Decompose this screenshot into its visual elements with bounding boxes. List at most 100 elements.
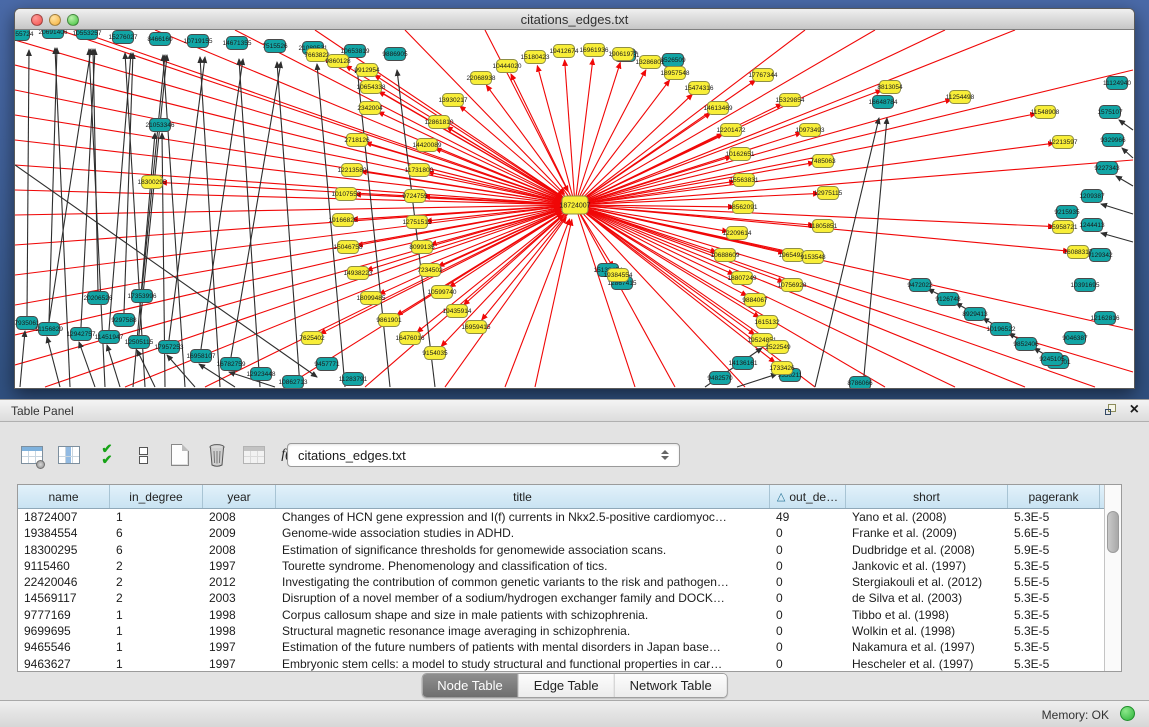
- graph-node-yellow[interactable]: 19061977: [609, 48, 638, 61]
- graph-node-teal[interactable]: 16958107: [187, 350, 216, 363]
- tab-node-table[interactable]: Node Table: [422, 674, 519, 697]
- graph-node-yellow[interactable]: 9884067: [742, 294, 768, 307]
- graph-node-yellow[interactable]: 12975115: [814, 187, 843, 200]
- delete-table-button[interactable]: [203, 441, 231, 469]
- graph-node-yellow[interactable]: 8099135: [409, 241, 435, 254]
- graph-node-yellow[interactable]: 1615132: [754, 316, 780, 329]
- graph-node-teal[interactable]: 16648784: [869, 96, 898, 109]
- table-row[interactable]: 946362711997Embryonic stem cells: a mode…: [18, 656, 1104, 671]
- tab-edge-table[interactable]: Edge Table: [519, 674, 615, 697]
- graph-node-teal[interactable]: 12505115: [125, 336, 154, 349]
- graph-node-teal[interactable]: 9329966: [1100, 134, 1126, 147]
- table-row[interactable]: 911546021997Tourette syndrome. Phenomeno…: [18, 558, 1104, 574]
- graph-node-yellow[interactable]: 11254498: [946, 91, 975, 104]
- column-header-name[interactable]: name: [18, 485, 110, 508]
- graph-node-yellow[interactable]: 12751512: [403, 216, 432, 229]
- graph-node-yellow[interactable]: 16961936: [580, 44, 609, 57]
- graph-node-teal[interactable]: 7515526: [262, 40, 288, 53]
- graph-node-yellow[interactable]: 19435914: [443, 305, 472, 318]
- graph-node-yellow[interactable]: 13930217: [439, 94, 468, 107]
- scrollbar-thumb[interactable]: [1107, 511, 1119, 553]
- float-panel-icon[interactable]: [1105, 404, 1118, 417]
- graph-node-teal[interactable]: 9126748: [935, 293, 961, 306]
- graph-node-teal[interactable]: 1209387: [1079, 190, 1105, 203]
- graph-node-teal[interactable]: 21053346: [146, 119, 175, 132]
- graph-node-teal[interactable]: 9886905: [382, 48, 408, 61]
- graph-node-yellow[interactable]: 2718126: [344, 134, 370, 147]
- graph-node-yellow[interactable]: 9153548: [800, 251, 826, 264]
- clear-selection-button[interactable]: [129, 441, 157, 469]
- graph-node-yellow[interactable]: 9724755: [402, 190, 428, 203]
- graph-node-teal[interactable]: 8466160: [147, 33, 173, 46]
- graph-node-teal[interactable]: 11451947: [95, 331, 124, 344]
- graph-node-yellow[interactable]: 7625402: [299, 332, 325, 345]
- graph-node-yellow[interactable]: 18807249: [728, 272, 757, 285]
- column-header-out_de[interactable]: △out_de…: [770, 485, 846, 508]
- select-all-button[interactable]: ✔✔: [92, 441, 120, 469]
- column-header-short[interactable]: short: [846, 485, 1008, 508]
- graph-node-yellow[interactable]: 19412674: [550, 45, 579, 58]
- graph-node-yellow[interactable]: 12213597: [1049, 136, 1078, 149]
- graph-node-yellow[interactable]: 15046758: [334, 241, 363, 254]
- graph-node-yellow[interactable]: 19384554: [604, 269, 633, 282]
- tab-network-table[interactable]: Network Table: [615, 674, 727, 697]
- table-row[interactable]: 1830029562008Estimation of significance …: [18, 542, 1104, 558]
- column-header-year[interactable]: year: [203, 485, 276, 508]
- graph-node-teal[interactable]: 24055724: [15, 30, 34, 41]
- graph-node-teal[interactable]: 20691406: [39, 30, 68, 39]
- network-window-titlebar[interactable]: citations_edges.txt: [15, 9, 1134, 30]
- graph-node-teal[interactable]: 14136161: [729, 357, 758, 370]
- graph-node-yellow[interactable]: 15563831: [730, 174, 759, 187]
- graph-node-yellow[interactable]: 16476016: [396, 332, 425, 345]
- table-row[interactable]: 1938455462009Genome-wide association stu…: [18, 525, 1104, 541]
- import-table-button[interactable]: [240, 441, 268, 469]
- graph-node-yellow[interactable]: 2342004: [357, 102, 383, 115]
- table-selector-dropdown[interactable]: citations_edges.txt: [287, 443, 680, 467]
- graph-node-teal[interactable]: 9297588: [111, 314, 137, 327]
- graph-node-teal[interactable]: 10862713: [279, 376, 308, 389]
- graph-node-yellow[interactable]: 7485063: [810, 155, 836, 168]
- graph-node-yellow[interactable]: 14613469: [704, 102, 733, 115]
- graph-node-yellow[interactable]: 7234502: [417, 264, 443, 277]
- graph-node-teal[interactable]: 11124940: [1103, 77, 1131, 90]
- graph-node-teal[interactable]: 16782759: [217, 358, 246, 371]
- graph-node-yellow[interactable]: 14938223: [344, 267, 373, 280]
- graph-node-yellow[interactable]: 16959415: [462, 321, 491, 334]
- graph-node-teal[interactable]: 17353996: [128, 290, 157, 303]
- graph-node-yellow[interactable]: 14420089: [413, 139, 442, 152]
- graph-node-teal[interactable]: 20206526: [84, 292, 113, 305]
- graph-node-yellow[interactable]: 1733426: [769, 362, 795, 375]
- graph-node-yellow[interactable]: 15474316: [685, 82, 714, 95]
- graph-node-teal[interactable]: 9472022: [907, 279, 933, 292]
- graph-node-teal[interactable]: 1244413: [1079, 219, 1105, 232]
- graph-node-yellow[interactable]: 18300295: [138, 176, 167, 189]
- graph-node-yellow[interactable]: 10688609: [711, 249, 740, 262]
- graph-node-teal[interactable]: 9482570: [707, 372, 733, 385]
- graph-node-yellow[interactable]: 15180423: [521, 51, 550, 64]
- graph-hub-node[interactable]: 18724007: [559, 196, 590, 214]
- column-header-pagerank[interactable]: pagerank: [1008, 485, 1100, 508]
- graph-node-teal[interactable]: 10391695: [1071, 279, 1100, 292]
- graph-node-teal[interactable]: 9457771: [314, 358, 340, 371]
- graph-node-teal[interactable]: 17957253: [155, 341, 184, 354]
- graph-node-teal[interactable]: 12923448: [247, 368, 276, 381]
- graph-node-yellow[interactable]: 13286801: [636, 56, 665, 69]
- graph-node-yellow[interactable]: 12861810: [425, 116, 454, 129]
- graph-node-teal[interactable]: 10196522: [987, 323, 1016, 336]
- graph-node-yellow[interactable]: 9154035: [422, 347, 448, 360]
- graph-node-teal[interactable]: 12942757: [67, 328, 96, 341]
- table-row[interactable]: 946554611997Estimation of the future num…: [18, 639, 1104, 655]
- graph-node-yellow[interactable]: 12213580: [338, 164, 367, 177]
- graph-node-yellow[interactable]: 11731800: [405, 164, 434, 177]
- graph-node-yellow[interactable]: 10756928: [778, 279, 807, 292]
- table-row[interactable]: 1872400712008Changes of HCN gene express…: [18, 509, 1104, 525]
- table-row[interactable]: 1456911722003Disruption of a novel membe…: [18, 590, 1104, 606]
- graph-node-teal[interactable]: 11156829: [35, 323, 63, 336]
- graph-node-yellow[interactable]: 15329854: [776, 94, 805, 107]
- graph-node-yellow[interactable]: 12201472: [717, 124, 746, 137]
- column-header-in_degree[interactable]: in_degree: [110, 485, 203, 508]
- graph-node-yellow[interactable]: 18099485: [357, 292, 386, 305]
- table-row[interactable]: 969969511998Structural magnetic resonanc…: [18, 623, 1104, 639]
- table-row[interactable]: 977716911998Corpus callosum shape and si…: [18, 607, 1104, 623]
- graph-node-yellow[interactable]: 11805851: [809, 220, 838, 233]
